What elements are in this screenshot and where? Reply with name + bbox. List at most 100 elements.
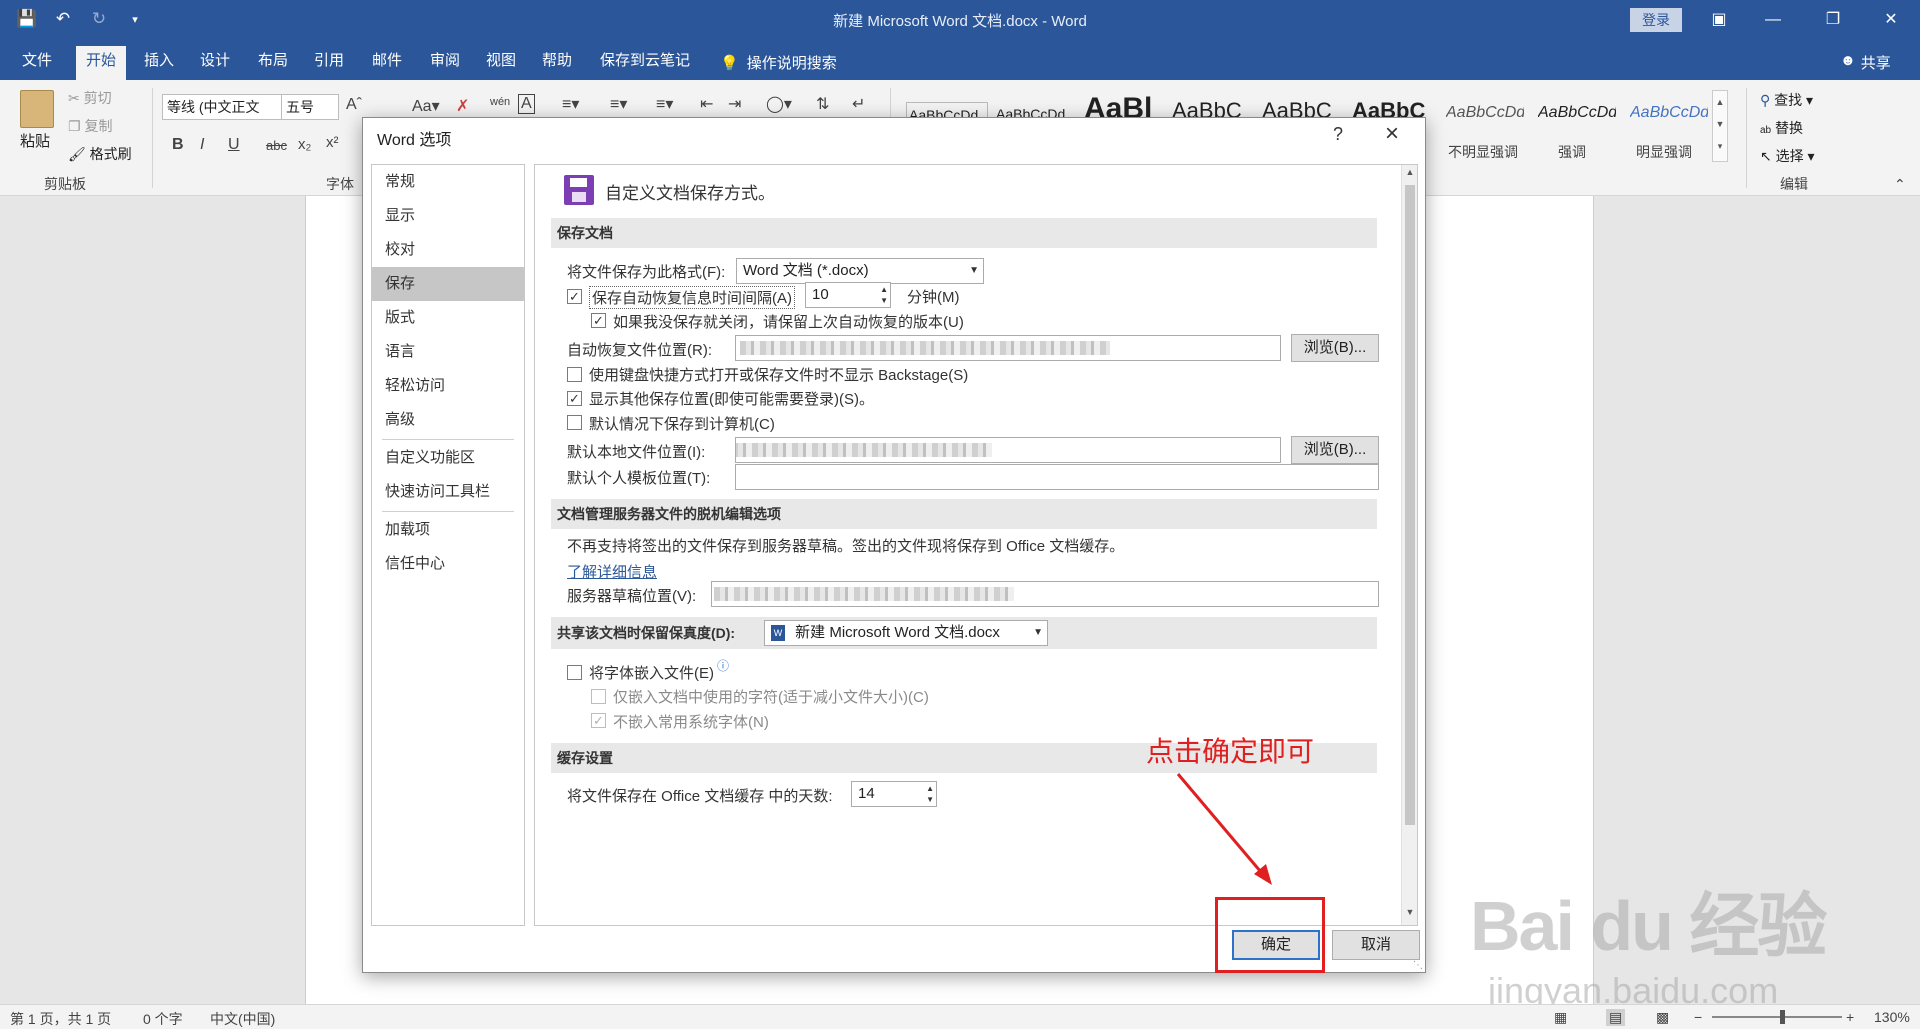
help-icon[interactable]: ? (1333, 124, 1343, 145)
nav-addins[interactable]: 加载项 (372, 513, 524, 547)
sort-icon[interactable]: ⇅ (816, 94, 829, 114)
bullets-icon[interactable]: ≡▾ (562, 94, 579, 114)
tab-mailings[interactable]: 邮件 (362, 48, 412, 80)
paste-button[interactable]: 粘贴 (20, 130, 50, 151)
char-border-icon[interactable]: A (518, 94, 535, 114)
strikethrough-icon[interactable]: abc (266, 138, 287, 153)
tab-help[interactable]: 帮助 (532, 48, 582, 80)
find-button[interactable]: ⚲ 查找 ▾ (1760, 90, 1813, 110)
minimize-icon[interactable]: — (1750, 0, 1796, 40)
font-size-box[interactable]: 五号 (281, 94, 339, 120)
tab-layout[interactable]: 布局 (248, 48, 298, 80)
save-format-select[interactable]: Word 文档 (*.docx) ▼ (736, 258, 984, 284)
replace-button[interactable]: ab 替换 (1760, 118, 1803, 138)
resize-grip-icon[interactable]: ⋱ (1413, 960, 1423, 971)
tab-design[interactable]: 设计 (190, 48, 240, 80)
login-button[interactable]: 登录 (1630, 8, 1682, 32)
change-case-icon[interactable]: Aa▾ (412, 96, 440, 116)
autorecover-minutes-input[interactable]: 10 ▲ ▼ (805, 282, 891, 308)
options-scrollbar[interactable]: ▲ ▼ (1401, 165, 1417, 925)
cut-button[interactable]: ✂ 剪切 (68, 88, 112, 108)
clear-format-icon[interactable]: ✗ (456, 96, 469, 116)
close-icon[interactable]: ✕ (1868, 0, 1914, 40)
styles-scroll[interactable]: ▲ ▼ ▾ (1712, 90, 1728, 162)
scrollbar-thumb[interactable] (1405, 185, 1415, 825)
server-drafts-input[interactable] (711, 581, 1379, 607)
zoom-slider[interactable] (1712, 1016, 1842, 1018)
spinner-icon[interactable]: ▲ ▼ (926, 783, 934, 805)
subscript-icon[interactable]: x₂ (298, 136, 311, 153)
increase-indent-icon[interactable]: ⇥ (728, 94, 741, 114)
nav-general[interactable]: 常规 (372, 165, 524, 199)
scroll-up-icon[interactable]: ▲ (1404, 167, 1416, 181)
fidelity-document-select[interactable]: W 新建 Microsoft Word 文档.docx ▼ (764, 620, 1048, 646)
nav-quick-access-toolbar[interactable]: 快速访问工具栏 (372, 475, 524, 509)
dialog-close-icon[interactable]: × (1385, 120, 1399, 148)
nav-layout[interactable]: 版式 (372, 301, 524, 335)
grow-font-icon[interactable]: Aˆ (346, 96, 362, 114)
nav-trust-center[interactable]: 信任中心 (372, 547, 524, 581)
tab-view[interactable]: 视图 (476, 48, 526, 80)
zoom-out-icon[interactable]: − (1694, 1009, 1702, 1025)
format-painter-button[interactable]: 🖌 格式刷 (68, 144, 132, 164)
nav-accessibility[interactable]: 轻松访问 (372, 369, 524, 403)
nav-language[interactable]: 语言 (372, 335, 524, 369)
autorecover-checkbox[interactable]: ✓ (567, 289, 582, 304)
word-count[interactable]: 0 个字 (143, 1009, 183, 1029)
select-button[interactable]: ↖ 选择 ▾ (1760, 146, 1815, 166)
zoom-in-icon[interactable]: + (1846, 1009, 1854, 1025)
browse-local-button[interactable]: 浏览(B)... (1291, 436, 1379, 464)
template-location-input[interactable] (735, 464, 1379, 490)
ribbon-display-options-icon[interactable]: ▣ (1696, 0, 1742, 40)
multilevel-list-icon[interactable]: ≡▾ (656, 94, 673, 114)
style-preview-subtle-emphasis[interactable]: AaBbCcDd (1446, 104, 1524, 122)
paste-icon[interactable] (20, 90, 54, 128)
tab-references[interactable]: 引用 (304, 48, 354, 80)
nav-save[interactable]: 保存 (372, 267, 524, 301)
style-preview-emphasis[interactable]: AaBbCcDd (1538, 104, 1616, 122)
tab-home[interactable]: 开始 (76, 46, 127, 80)
nav-customize-ribbon[interactable]: 自定义功能区 (372, 441, 524, 475)
collapse-ribbon-icon[interactable]: ⌃ (1894, 176, 1906, 193)
superscript-icon[interactable]: x² (326, 134, 339, 151)
save-to-computer-checkbox[interactable] (567, 415, 582, 430)
tab-save-cloud-notes[interactable]: 保存到云笔记 (590, 48, 700, 80)
show-other-locations-checkbox[interactable]: ✓ (567, 391, 582, 406)
nav-proofing[interactable]: 校对 (372, 233, 524, 267)
tab-insert[interactable]: 插入 (134, 48, 184, 80)
keep-last-version-checkbox[interactable]: ✓ (591, 313, 606, 328)
tell-me-search[interactable]: 💡 操作说明搜索 (720, 52, 837, 73)
learn-more-link[interactable]: 了解详细信息 (567, 561, 657, 582)
scroll-down-icon[interactable]: ▼ (1404, 907, 1416, 921)
print-layout-icon[interactable]: ▤ (1606, 1009, 1626, 1026)
web-layout-icon[interactable]: ▩ (1656, 1009, 1669, 1026)
phonetic-guide-icon[interactable]: wén (490, 96, 510, 108)
italic-icon[interactable]: I (200, 136, 204, 154)
page-count[interactable]: 第 1 页，共 1 页 (10, 1009, 111, 1029)
default-local-location-input[interactable] (735, 437, 1281, 463)
copy-button[interactable]: ❐ 复制 (68, 116, 112, 136)
autorecover-location-input[interactable] (735, 335, 1281, 361)
spinner-icon[interactable]: ▲ ▼ (880, 284, 888, 306)
zoom-slider-thumb[interactable] (1780, 1010, 1785, 1024)
cache-days-input[interactable]: 14 ▲ ▼ (851, 781, 937, 807)
decrease-indent-icon[interactable]: ⇤ (700, 94, 713, 114)
underline-icon[interactable]: U (228, 136, 240, 154)
read-mode-icon[interactable]: ▦ (1554, 1009, 1567, 1026)
numbering-icon[interactable]: ≡▾ (610, 94, 627, 114)
embed-fonts-checkbox[interactable] (567, 665, 582, 680)
restore-icon[interactable]: ❐ (1810, 0, 1856, 40)
show-marks-icon[interactable]: ↵ (852, 94, 865, 114)
style-preview-intense-emphasis[interactable]: AaBbCcDd (1630, 104, 1708, 122)
tab-review[interactable]: 审阅 (420, 48, 470, 80)
zoom-level[interactable]: 130% (1874, 1009, 1910, 1025)
browse-autorecover-button[interactable]: 浏览(B)... (1291, 334, 1379, 362)
chinese-layout-icon[interactable]: ◯▾ (766, 94, 792, 114)
nav-advanced[interactable]: 高级 (372, 403, 524, 437)
nav-display[interactable]: 显示 (372, 199, 524, 233)
cancel-button[interactable]: 取消 (1332, 930, 1420, 960)
language-indicator[interactable]: 中文(中国) (210, 1009, 275, 1029)
bold-icon[interactable]: B (172, 136, 184, 154)
share-button[interactable]: ☻ 共享 (1840, 52, 1891, 73)
no-backstage-checkbox[interactable] (567, 367, 582, 382)
